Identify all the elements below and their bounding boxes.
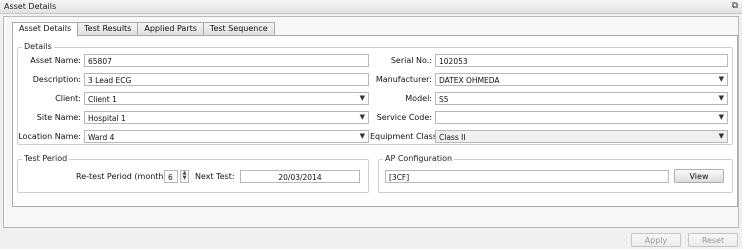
tab-test-sequence[interactable]: Test Sequence	[202, 22, 275, 36]
site-name-value: Hospital 1	[88, 114, 126, 123]
test-period-group-title: Test Period	[22, 154, 70, 163]
asset-details-panel: Details Asset Name: 65807 Description: 3…	[12, 35, 738, 207]
view-button[interactable]: View	[674, 169, 724, 183]
details-group-title: Details	[22, 42, 54, 51]
tab-bar: Asset Details Test Results Applied Parts…	[12, 22, 275, 37]
chevron-down-icon: ▼	[359, 94, 365, 102]
asset-name-field[interactable]: 65807	[84, 54, 369, 67]
equipment-class-label: Equipment Class:	[370, 132, 440, 141]
service-code-select[interactable]: ▼	[435, 111, 728, 124]
manufacturer-value: DATEX OHMEDA	[439, 76, 500, 85]
next-test-label: Next Test:	[195, 172, 235, 181]
description-label: Description:	[32, 75, 81, 84]
ap-configuration-field[interactable]: [3CF]	[385, 170, 669, 183]
client-select[interactable]: Client 1 ▼	[84, 92, 369, 105]
chevron-down-icon: ▼	[718, 132, 724, 140]
ap-configuration-group-title: AP Configuration	[383, 154, 455, 163]
ap-configuration-group: AP Configuration [3CF] View	[378, 154, 733, 193]
tab-test-results[interactable]: Test Results	[77, 22, 139, 36]
chevron-down-icon: ▼	[359, 113, 365, 121]
client-value: Client 1	[88, 95, 117, 104]
model-label: Model:	[405, 94, 432, 103]
asset-name-label: Asset Name:	[30, 56, 81, 65]
retest-period-field[interactable]: 6	[164, 170, 178, 183]
chevron-down-icon: ▼	[718, 75, 724, 83]
equipment-class-value: Class II	[439, 133, 466, 142]
serial-no-field[interactable]: 102053	[435, 54, 728, 67]
description-field[interactable]: 3 Lead ECG	[84, 73, 369, 86]
location-name-label: Location Name:	[18, 132, 81, 141]
chevron-down-icon: ▼	[718, 94, 724, 102]
site-name-select[interactable]: Hospital 1 ▼	[84, 111, 369, 124]
next-test-field[interactable]: 20/03/2014	[240, 170, 360, 183]
serial-no-label: Serial No.:	[390, 56, 432, 65]
retest-period-label: Re-test Period (months):	[76, 172, 174, 181]
pin-icon[interactable]: ⧉	[732, 1, 738, 11]
details-group: Details Asset Name: 65807 Description: 3…	[17, 42, 733, 145]
equipment-class-select[interactable]: Class II ▼	[435, 130, 728, 143]
model-value: S5	[439, 95, 449, 104]
apply-button[interactable]: Apply	[631, 233, 681, 247]
retest-period-stepper[interactable]: ▲ ▼	[180, 170, 189, 183]
chevron-down-icon: ▼	[359, 132, 365, 140]
reset-button[interactable]: Reset	[688, 233, 738, 247]
tab-asset-details[interactable]: Asset Details	[12, 22, 79, 37]
site-name-label: Site Name:	[36, 113, 81, 122]
manufacturer-label: Manufacturer:	[375, 75, 432, 84]
window-titlebar: Asset Details ⧉	[0, 0, 742, 14]
test-period-group: Test Period Re-test Period (months): 6 ▲…	[17, 154, 369, 193]
model-select[interactable]: S5 ▼	[435, 92, 728, 105]
service-code-label: Service Code:	[376, 113, 432, 122]
window-title: Asset Details	[4, 2, 57, 11]
tab-applied-parts[interactable]: Applied Parts	[137, 22, 204, 36]
location-name-value: Ward 4	[88, 133, 115, 142]
chevron-down-icon[interactable]: ▼	[181, 176, 188, 181]
client-label: Client:	[55, 94, 81, 103]
chevron-down-icon: ▼	[718, 113, 724, 121]
location-name-select[interactable]: Ward 4 ▼	[84, 130, 369, 143]
manufacturer-select[interactable]: DATEX OHMEDA ▼	[435, 73, 728, 86]
